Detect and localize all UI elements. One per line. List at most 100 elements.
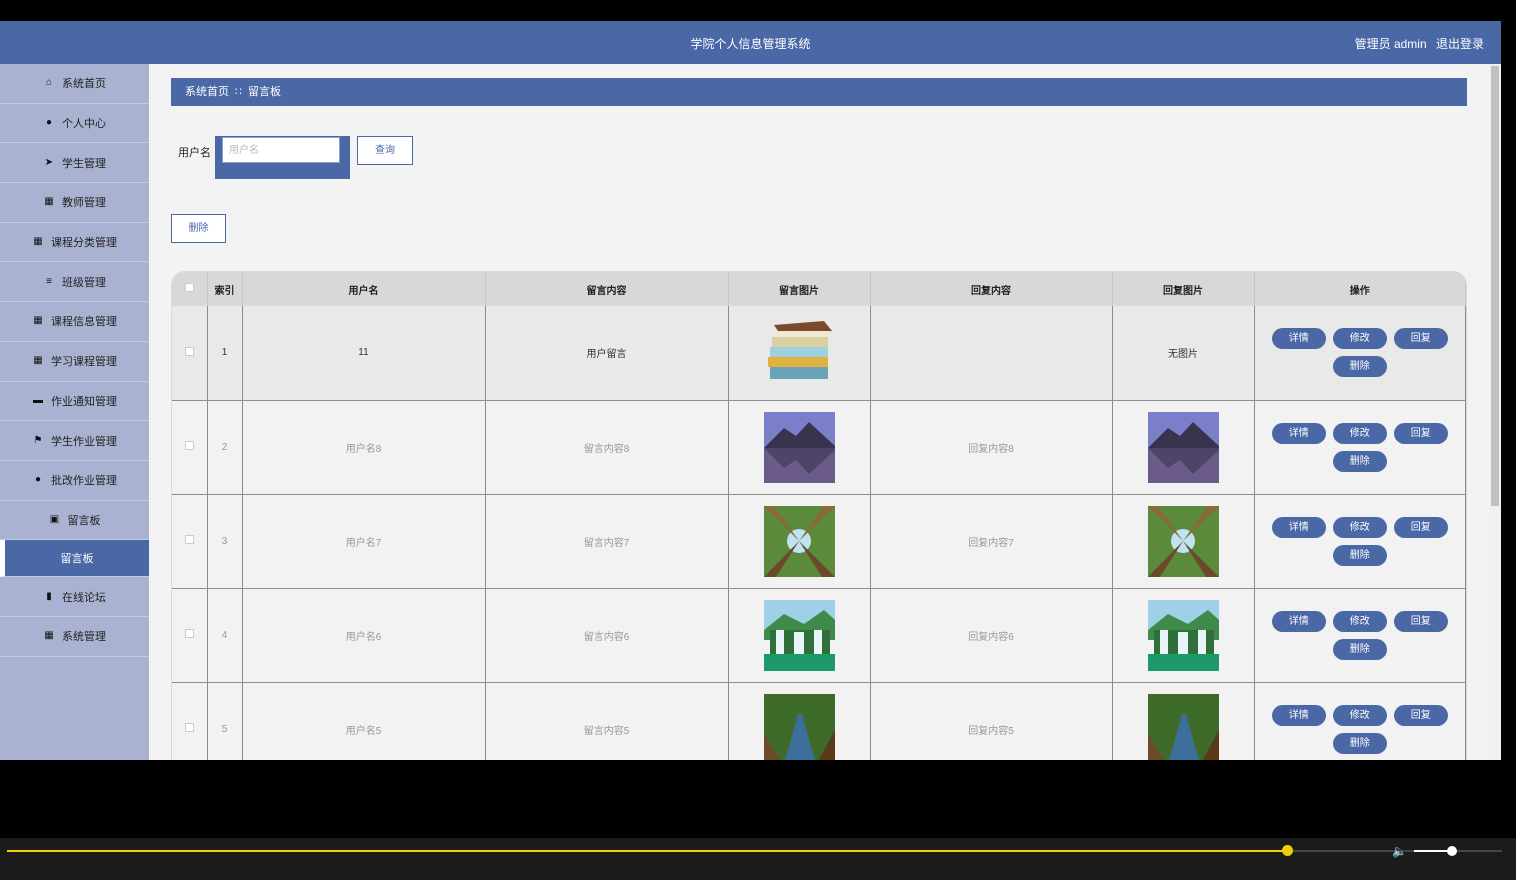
table-row[interactable]: 5 用户名5 留言内容5 回复内容5 详情 修改 回复 删除 [172, 682, 1466, 760]
reply-image[interactable] [1147, 599, 1219, 671]
detail-button[interactable]: 详情 [1271, 328, 1326, 350]
sidebar-item[interactable]: ➤ 学生管理 [0, 143, 149, 184]
edit-button[interactable]: 修改 [1332, 422, 1387, 444]
index-cell: 1 [207, 306, 243, 401]
delete-button[interactable]: 删除 [1332, 544, 1387, 566]
logout-link[interactable]: 退出登录 [1436, 37, 1484, 51]
sidebar-item[interactable]: ≡ 班级管理 [0, 262, 149, 303]
volume-knob[interactable] [1446, 846, 1457, 856]
reply-image[interactable] [1147, 693, 1219, 760]
message-image[interactable] [763, 693, 835, 760]
message-image[interactable] [763, 505, 835, 577]
column-header: 回复内容 [870, 272, 1113, 306]
delete-button[interactable]: 删除 [1332, 450, 1387, 472]
scrollbar-thumb[interactable] [1491, 66, 1499, 506]
breadcrumb-current: 留言板 [248, 86, 281, 98]
reply-cell [870, 306, 1113, 401]
row-checkbox[interactable] [184, 723, 194, 732]
sidebar-item-label: 在线论坛 [62, 591, 106, 604]
sidebar-item[interactable]: ⌂ 系统首页 [0, 64, 149, 104]
username-search-input[interactable] [222, 137, 340, 163]
reply-button[interactable]: 回复 [1393, 704, 1448, 726]
reply-button[interactable]: 回复 [1393, 610, 1448, 632]
row-checkbox-cell [172, 494, 208, 589]
reply-cell: 回复内容6 [870, 588, 1113, 683]
sidebar-item[interactable]: ▦ 教师管理 [0, 183, 149, 223]
grid-icon: ▦ [44, 196, 54, 208]
user-icon: ● [45, 117, 53, 129]
edit-button[interactable]: 修改 [1332, 704, 1387, 726]
progress-knob[interactable] [1281, 845, 1293, 856]
sidebar-item-label: 留言板 [67, 514, 101, 527]
playback-progress-bar[interactable] [7, 845, 1500, 856]
detail-button[interactable]: 详情 [1271, 610, 1326, 632]
delete-button[interactable]: 删除 [1332, 732, 1387, 754]
reply-button[interactable]: 回复 [1393, 516, 1448, 538]
table-row[interactable]: 4 用户名6 留言内容6 回复内容6 详情 修改 回复 删除 [172, 588, 1466, 683]
vertical-scrollbar[interactable] [1489, 64, 1501, 760]
grid-icon: ▦ [33, 236, 43, 248]
reply-image[interactable] [1147, 411, 1219, 483]
sidebar-item[interactable]: ▦ 课程信息管理 [0, 302, 149, 342]
message-image[interactable] [764, 321, 835, 380]
sidebar-item[interactable]: ▦ 学习课程管理 [0, 342, 149, 382]
detail-button[interactable]: 详情 [1271, 422, 1326, 444]
sidebar-item-label: 作业通知管理 [51, 395, 117, 408]
table-row[interactable]: 2 用户名8 留言内容8 回复内容8 详情 修改 回复 删除 [172, 400, 1466, 495]
column-header: 索引 [207, 272, 243, 306]
video-player-bar: 🔈 [0, 838, 1516, 880]
batch-delete-button[interactable]: 删除 [171, 214, 226, 243]
edit-button[interactable]: 修改 [1332, 516, 1387, 538]
row-checkbox[interactable] [184, 346, 194, 356]
sidebar-item[interactable]: ▣ 留言板 [0, 501, 149, 541]
sidebar-item[interactable]: ▮ 在线论坛 [0, 577, 149, 617]
row-checkbox[interactable] [184, 535, 194, 544]
sidebar-item[interactable]: ● 个人中心 [0, 104, 149, 144]
reply-image-cell [1112, 494, 1255, 589]
sidebar-item[interactable]: ● 批改作业管理 [0, 461, 149, 501]
index-cell: 3 [207, 494, 243, 589]
table-row[interactable]: 1 11 用户留言 无图片 详情 修改 回复 删除 [172, 306, 1466, 401]
reply-button[interactable]: 回复 [1393, 422, 1448, 444]
volume-slider[interactable] [1414, 846, 1502, 856]
sidebar-item-label: 系统首页 [62, 78, 106, 91]
board-icon: ▣ [49, 513, 60, 525]
edit-button[interactable]: 修改 [1332, 610, 1387, 632]
sidebar-item[interactable]: ▬ 作业通知管理 [0, 382, 149, 422]
row-checkbox[interactable] [184, 441, 194, 450]
select-all-header [172, 272, 208, 306]
breadcrumb-home[interactable]: 系统首页 [185, 86, 229, 98]
volume-icon[interactable]: 🔈 [1392, 844, 1407, 858]
message-image[interactable] [763, 411, 835, 483]
username-cell: 用户名5 [242, 682, 486, 760]
edit-button[interactable]: 修改 [1332, 328, 1387, 350]
message-image[interactable] [763, 599, 835, 671]
column-header: 留言内容 [485, 272, 729, 306]
sidebar: ⌂ 系统首页 ● 个人中心 ➤ 学生管理 ▦ 教师管理 ▦ 课程分类管理 ≡ 班级管理 ▦ 课程信息管理 ▦… [0, 64, 149, 760]
sidebar-item[interactable]: ⚑ 学生作业管理 [0, 421, 149, 461]
delete-button[interactable]: 删除 [1332, 356, 1387, 378]
table-header-row: 索引 用户名 留言内容 留言图片 回复内容 回复图片 操作 [172, 272, 1466, 306]
reply-image-cell [1112, 400, 1255, 495]
row-checkbox[interactable] [184, 629, 194, 638]
sidebar-item-label: 班级管理 [62, 276, 106, 289]
search-label: 用户名 [178, 147, 211, 159]
sidebar-subitem-message-board[interactable]: 留言板 [0, 540, 149, 578]
reply-image-cell [1112, 588, 1255, 683]
reply-image[interactable] [1147, 505, 1219, 577]
sidebar-item[interactable]: ▦ 系统管理 [0, 617, 149, 657]
delete-button[interactable]: 删除 [1332, 638, 1387, 660]
detail-button[interactable]: 详情 [1271, 704, 1326, 726]
select-all-checkbox[interactable] [184, 283, 194, 292]
reply-image-cell [1112, 682, 1255, 760]
index-cell: 4 [207, 588, 243, 683]
username-cell: 11 [242, 306, 486, 401]
reply-button[interactable]: 回复 [1393, 328, 1448, 350]
table-row[interactable]: 3 用户名7 留言内容7 回复内容7 详情 修改 回复 删除 [172, 494, 1466, 589]
sidebar-item[interactable]: ▦ 课程分类管理 [0, 223, 149, 263]
query-button[interactable]: 查询 [357, 136, 413, 165]
message-cell: 留言内容7 [485, 494, 729, 589]
row-checkbox-cell [172, 682, 208, 760]
no-image-text: 无图片 [1168, 349, 1198, 361]
detail-button[interactable]: 详情 [1271, 516, 1326, 538]
